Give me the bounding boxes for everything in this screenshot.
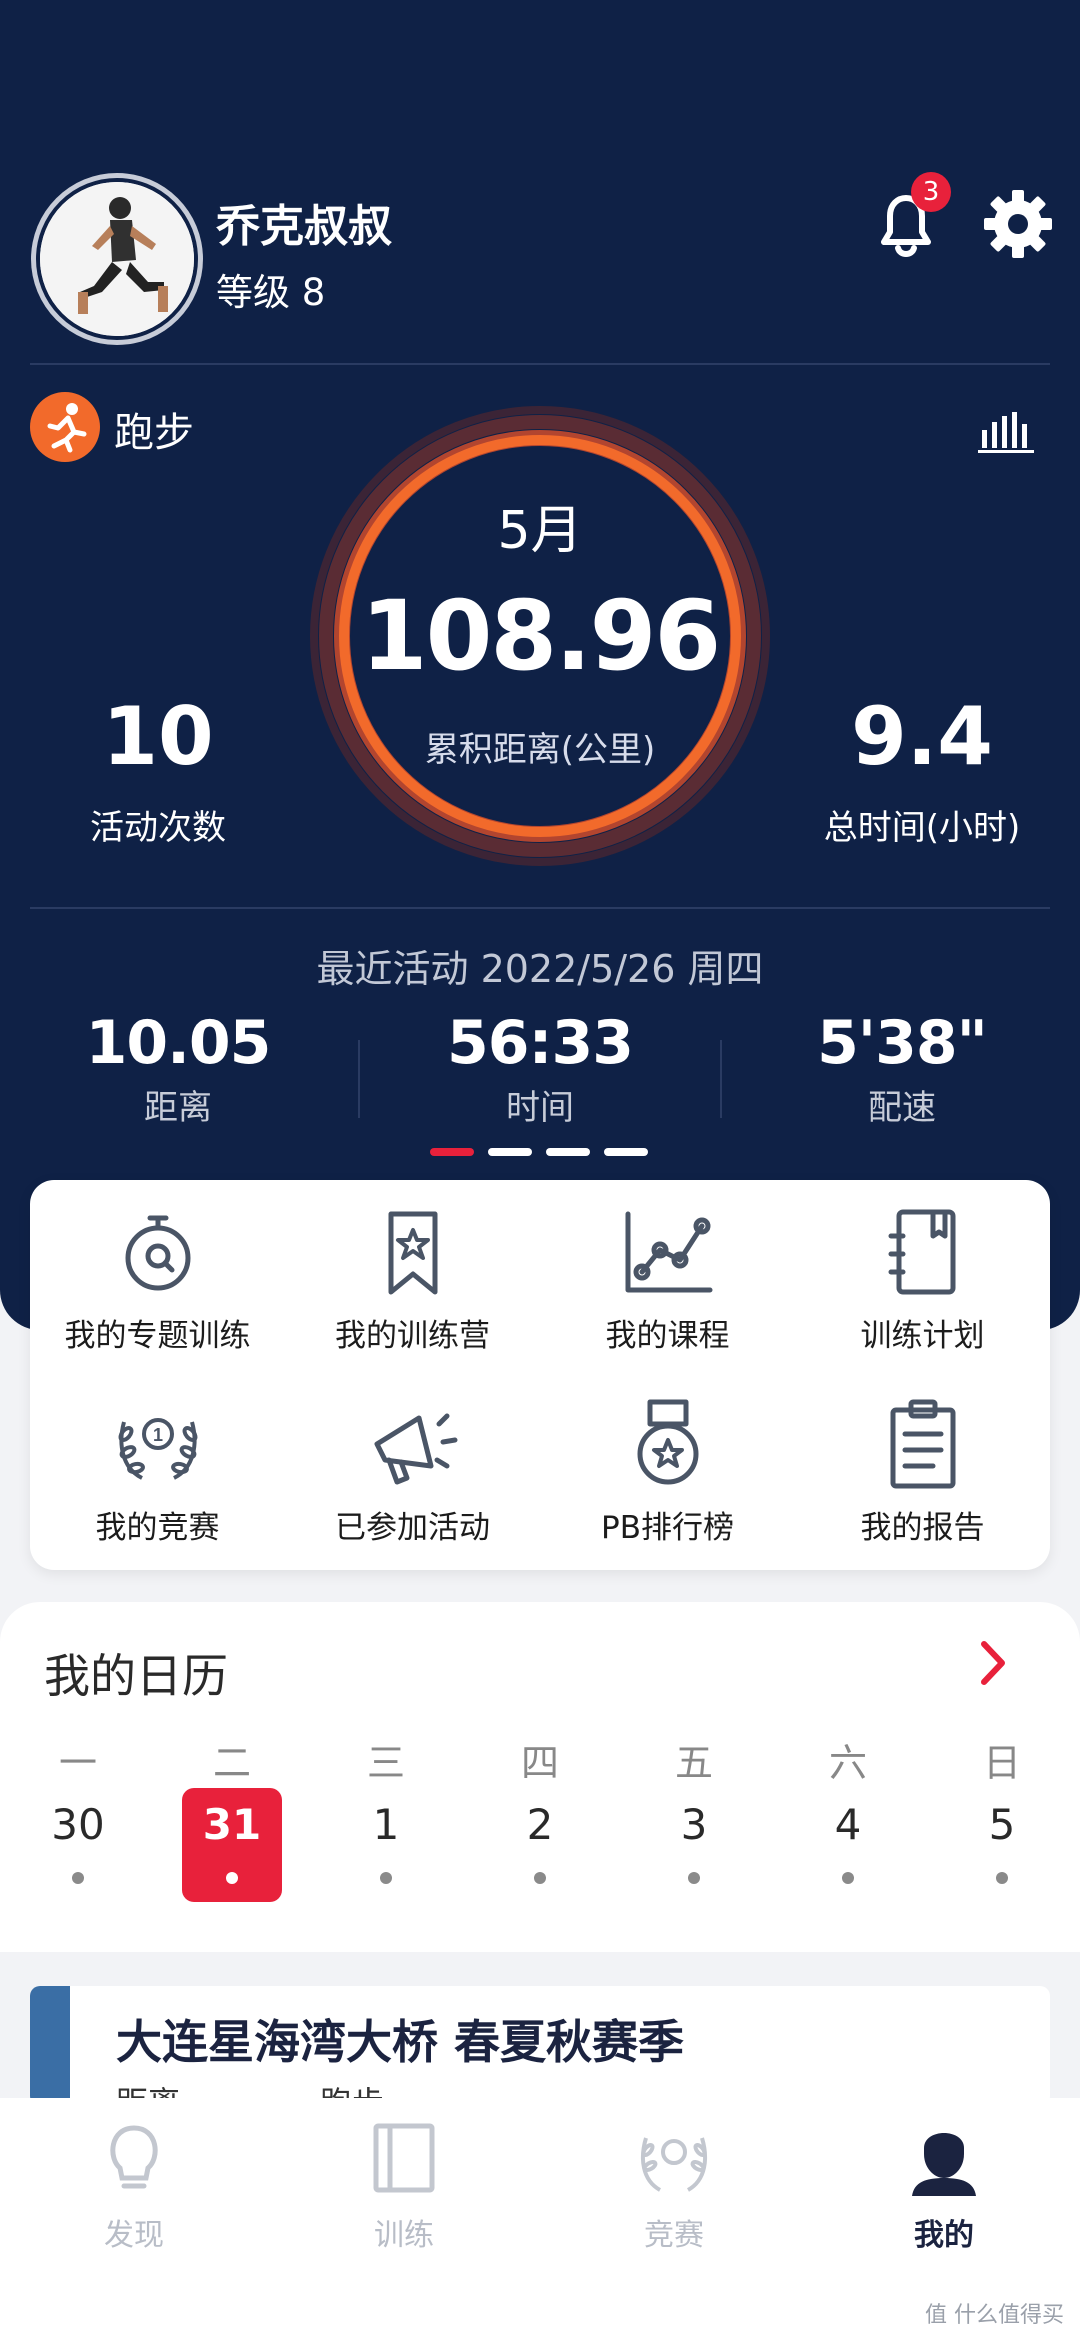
calendar-day-dot (842, 1872, 854, 1884)
menu-item-courses[interactable]: 我的课程 (540, 1206, 795, 1396)
page-dot[interactable] (604, 1148, 648, 1156)
activities-label: 活动次数 (90, 808, 226, 848)
user-level: 等级 8 (216, 271, 326, 314)
menu-label: 我的竞赛 (95, 1510, 220, 1546)
calendar-date: 2 (526, 1800, 554, 1849)
activities-count: 10 (102, 690, 214, 783)
laurel-trophy-icon: 1 (118, 1418, 198, 1480)
menu-item-topic-training[interactable]: 我的专题训练 (30, 1206, 285, 1396)
ring-distance-label: 累积距离(公里) (424, 730, 656, 770)
calendar-weekday: 三 (366, 1741, 405, 1785)
lightbulb-icon (110, 2125, 158, 2189)
recent-time-value: 56:33 (447, 1008, 634, 1078)
tab-label: 发现 (104, 2218, 164, 2253)
calendar-day-dot (380, 1872, 392, 1884)
calendar-date: 4 (834, 1800, 862, 1849)
recent-distance-value: 10.05 (85, 1008, 272, 1078)
recent-distance-label: 距离 (144, 1088, 212, 1128)
calendar-weekday: 六 (828, 1741, 867, 1785)
menu-label: 我的训练营 (335, 1318, 490, 1354)
menu-label: PB排行榜 (601, 1510, 734, 1546)
recent-time-label: 时间 (506, 1088, 574, 1128)
total-time-label: 总时间(小时) (823, 808, 1021, 848)
profile-row: 乔克叔叔 等级 8 3 (36, 172, 1052, 340)
race-title: 大连星海湾大桥 春夏秋赛季 (116, 2015, 685, 2069)
tab-me[interactable]: 我的 (844, 2120, 1044, 2260)
tab-label: 竞赛 (644, 2218, 704, 2253)
calendar-date: 5 (988, 1800, 1016, 1849)
book-icon (373, 2123, 435, 2193)
page-dot[interactable] (430, 1148, 474, 1156)
calendar-weekday: 二 (212, 1741, 251, 1785)
avatar[interactable] (36, 178, 198, 340)
runner-photo (40, 182, 194, 336)
page-dot[interactable] (488, 1148, 532, 1156)
calendar-date: 1 (372, 1800, 400, 1849)
calendar-date: 30 (51, 1800, 105, 1849)
stopwatch-icon (125, 1215, 191, 1291)
plan-book-icon (888, 1209, 956, 1295)
menu-label: 已参加活动 (335, 1510, 490, 1546)
stat-separator (358, 1040, 360, 1118)
line-chart-icon (625, 1211, 713, 1293)
tab-races[interactable]: 竞赛 (574, 2120, 774, 2260)
menu-label: 我的课程 (605, 1318, 730, 1354)
menu-item-my-races[interactable]: 1 我的竞赛 (30, 1398, 285, 1588)
gear-icon[interactable] (980, 186, 1056, 262)
menu-label: 训练计划 (860, 1318, 985, 1354)
menu-item-training-camp[interactable]: 我的训练营 (285, 1206, 540, 1396)
tab-discover[interactable]: 发现 (34, 2120, 234, 2260)
recent-activity-header[interactable]: 最近活动 2022/5/26 周四 (0, 938, 1080, 993)
sport-label: 跑步 (114, 410, 194, 456)
bookmark-star-icon (388, 1211, 438, 1295)
menu-item-my-reports[interactable]: 我的报告 (795, 1398, 1050, 1588)
calendar-weekday: 四 (520, 1741, 559, 1785)
user-icon (912, 2133, 976, 2196)
recent-pace-label: 配速 (868, 1088, 936, 1128)
clipboard-icon (890, 1399, 956, 1489)
calendar-weekday: 日 (982, 1741, 1021, 1785)
ring-month: 5月 (497, 501, 583, 561)
tab-label: 我的 (914, 2218, 974, 2253)
user-name: 乔克叔叔 (216, 201, 392, 252)
notification-badge: 3 (911, 172, 951, 212)
calendar-day-dot (226, 1872, 238, 1884)
calendar-weekday: 五 (674, 1741, 713, 1785)
race-card[interactable]: 大连星海湾大桥 春夏秋赛季 距离 跑步 (30, 1986, 1050, 2106)
calendar-weekday: 一 (58, 1741, 97, 1785)
ring-distance-value: 108.96 (360, 580, 721, 692)
calendar-date: 3 (680, 1800, 708, 1849)
menu-label: 我的报告 (860, 1510, 985, 1546)
calendar-day-dot (72, 1872, 84, 1884)
tab-training[interactable]: 训练 (304, 2120, 504, 2260)
stat-separator (720, 1040, 722, 1118)
bottom-tab-bar: 发现 训练 竞赛 我的 值 什么值得买 (0, 2098, 1080, 2339)
calendar-date: 31 (202, 1800, 262, 1849)
calendar-day-dot (534, 1872, 546, 1884)
menu-item-pb-ranking[interactable]: PB排行榜 (540, 1398, 795, 1588)
calendar-card: 我的日历 一 30 二 31 三 1 四 2 五 3 六 4 日 5 (0, 1602, 1080, 1952)
total-time-value: 9.4 (851, 690, 993, 783)
medal-icon (637, 1399, 699, 1485)
feature-menu: 我的专题训练 我的训练营 我的课程 训练计划 1 我的竞赛 已参加活动 PB排行… (30, 1180, 1050, 1570)
bar-chart-icon[interactable] (978, 400, 1034, 456)
menu-item-joined-events[interactable]: 已参加活动 (285, 1398, 540, 1588)
tab-label: 训练 (374, 2218, 434, 2253)
race-thumbnail (30, 1986, 70, 2106)
megaphone-icon (374, 1413, 458, 1485)
header-divider (30, 363, 1050, 365)
chevron-right-icon[interactable] (970, 1636, 1016, 1690)
menu-label: 我的专题训练 (64, 1318, 251, 1354)
calendar-day-dot (996, 1872, 1008, 1884)
summary-divider (30, 907, 1050, 909)
recent-pace-value: 5'38" (817, 1008, 988, 1078)
laurel-icon (641, 2137, 707, 2192)
menu-item-training-plan[interactable]: 训练计划 (795, 1206, 1050, 1396)
calendar-day-dot (688, 1872, 700, 1884)
page-dot[interactable] (546, 1148, 590, 1156)
calendar-title: 我的日历 (44, 1649, 228, 1703)
watermark: 值 什么值得买 (925, 2303, 1064, 2328)
svg-text:1: 1 (153, 1425, 163, 1445)
running-icon (30, 392, 100, 462)
